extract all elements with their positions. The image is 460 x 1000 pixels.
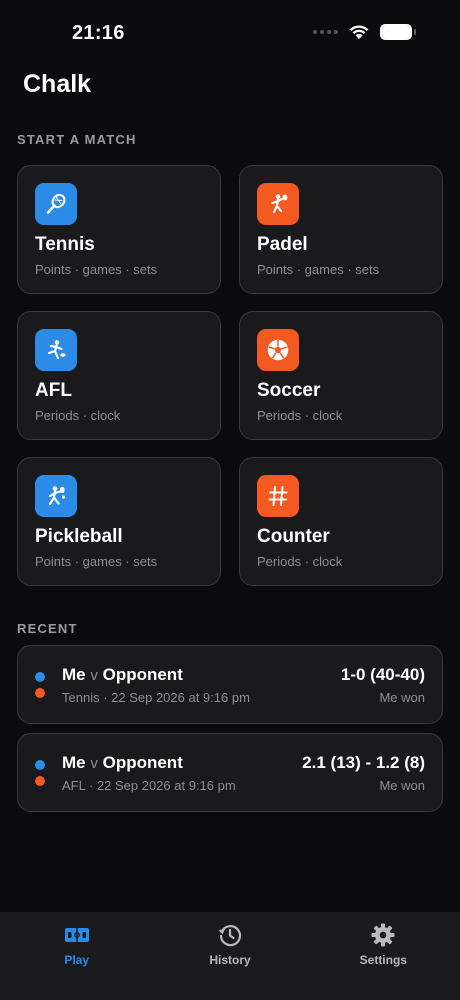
sport-grid: Tennis Points · games · sets Padel Point… [17,165,443,586]
recent-list: Me v Opponent Tennis · 22 Sep 2026 at 9:… [17,645,443,821]
tab-bar: Play History Settings [0,912,460,1000]
soccer-ball-icon [257,329,299,371]
wifi-icon [349,25,369,39]
sport-name: Padel [257,234,308,255]
sport-name: Soccer [257,380,321,401]
tab-history[interactable]: History [153,912,306,1000]
start-match-label: START A MATCH [17,132,137,147]
sport-subtitle: Points · games · sets [35,554,158,569]
sport-subtitle: Periods · clock [257,408,343,423]
sport-name: Tennis [35,234,95,255]
sport-subtitle: Points · games · sets [257,262,380,277]
match-score: 1-0 (40-40) [340,665,425,684]
player-one-dot [35,760,45,770]
status-bar: 21:16 [0,0,460,66]
match-score: 2.1 (13) - 1.2 (8) [302,753,425,772]
match-meta: AFL · 22 Sep 2026 at 9:16 pm [62,778,236,793]
status-time: 21:16 [72,22,125,44]
scoreboard-icon [63,921,91,949]
sport-card-soccer[interactable]: Soccer Periods · clock [239,311,443,440]
gear-icon [369,921,397,949]
recent-match-item[interactable]: Me v Opponent Tennis · 22 Sep 2026 at 9:… [17,645,443,724]
player-two-name: Opponent [102,665,183,684]
recent-label: RECENT [17,621,78,636]
sport-name: Counter [257,526,330,547]
match-players: Me v Opponent [62,753,183,773]
sport-subtitle: Periods · clock [35,408,121,423]
history-icon [216,921,244,949]
pickleball-player-icon [35,475,77,517]
sport-subtitle: Periods · clock [257,554,343,569]
match-meta: Tennis · 22 Sep 2026 at 9:16 pm [62,690,250,705]
sport-card-afl[interactable]: AFL Periods · clock [17,311,221,440]
tab-label: History [209,953,251,967]
hash-icon [257,475,299,517]
app-title: Chalk [23,70,92,98]
match-result: Me won [379,778,425,793]
player-one-name: Me [62,753,86,772]
player-one-dot [35,672,45,682]
tennis-racket-icon [35,183,77,225]
player-one-name: Me [62,665,86,684]
tab-label: Settings [359,953,407,967]
player-two-dot [35,688,45,698]
match-players: Me v Opponent [62,665,183,685]
cellular-signal-icon [313,30,338,34]
player-two-dot [35,776,45,786]
tab-label: Play [64,953,89,967]
status-indicators [313,24,416,40]
match-result: Me won [379,690,425,705]
kicking-player-icon [35,329,77,371]
tab-settings[interactable]: Settings [307,912,460,1000]
player-two-name: Opponent [102,753,183,772]
battery-icon [380,24,416,40]
sport-card-counter[interactable]: Counter Periods · clock [239,457,443,586]
versus-label: v [90,667,98,684]
sport-subtitle: Points · games · sets [35,262,158,277]
sport-card-tennis[interactable]: Tennis Points · games · sets [17,165,221,294]
sport-card-padel[interactable]: Padel Points · games · sets [239,165,443,294]
sport-name: AFL [35,380,72,401]
versus-label: v [90,755,98,772]
recent-match-item[interactable]: Me v Opponent AFL · 22 Sep 2026 at 9:16 … [17,733,443,812]
sport-name: Pickleball [35,526,123,547]
padel-player-icon [257,183,299,225]
tab-play[interactable]: Play [0,912,153,1000]
sport-card-pickleball[interactable]: Pickleball Points · games · sets [17,457,221,586]
